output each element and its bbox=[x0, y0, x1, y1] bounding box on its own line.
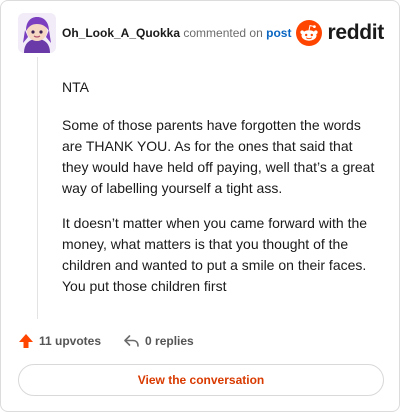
reddit-wordmark: reddit bbox=[327, 21, 384, 44]
username[interactable]: Oh_Look_A_Quokka bbox=[62, 26, 180, 40]
comment-paragraph: It doesn’t matter when you came forward … bbox=[62, 215, 368, 294]
thread-line bbox=[37, 57, 38, 319]
comment-paragraph: Some of those parents have forgotten the… bbox=[62, 117, 375, 196]
comment-byline: Oh_Look_A_Quokka commented on post bbox=[62, 26, 291, 41]
reddit-logo[interactable]: reddit bbox=[296, 20, 384, 46]
comment-paragraph: NTA bbox=[62, 79, 89, 95]
reddit-snoo-icon bbox=[296, 20, 323, 46]
reply-count: 0 replies bbox=[145, 334, 194, 348]
comment-actions: 11 upvotes 0 replies bbox=[18, 331, 194, 351]
byline-verb: commented on bbox=[183, 26, 263, 40]
upvote-arrow-icon bbox=[19, 334, 33, 348]
replies-button[interactable]: 0 replies bbox=[123, 333, 194, 349]
upvote-button[interactable]: 11 upvotes bbox=[18, 333, 101, 349]
comment-body: NTA Some of those parents have forgotten… bbox=[62, 77, 382, 311]
comment-card: Oh_Look_A_Quokka commented on post reddi… bbox=[0, 0, 400, 412]
user-avatar[interactable] bbox=[18, 13, 56, 53]
view-conversation-button[interactable]: View the conversation bbox=[18, 364, 384, 396]
comment-header: Oh_Look_A_Quokka commented on post reddi… bbox=[18, 13, 384, 53]
avatar-illustration bbox=[18, 13, 56, 53]
upvote-count: 11 upvotes bbox=[39, 334, 102, 348]
reply-arrow-icon bbox=[124, 335, 139, 347]
post-link[interactable]: post bbox=[266, 26, 291, 40]
